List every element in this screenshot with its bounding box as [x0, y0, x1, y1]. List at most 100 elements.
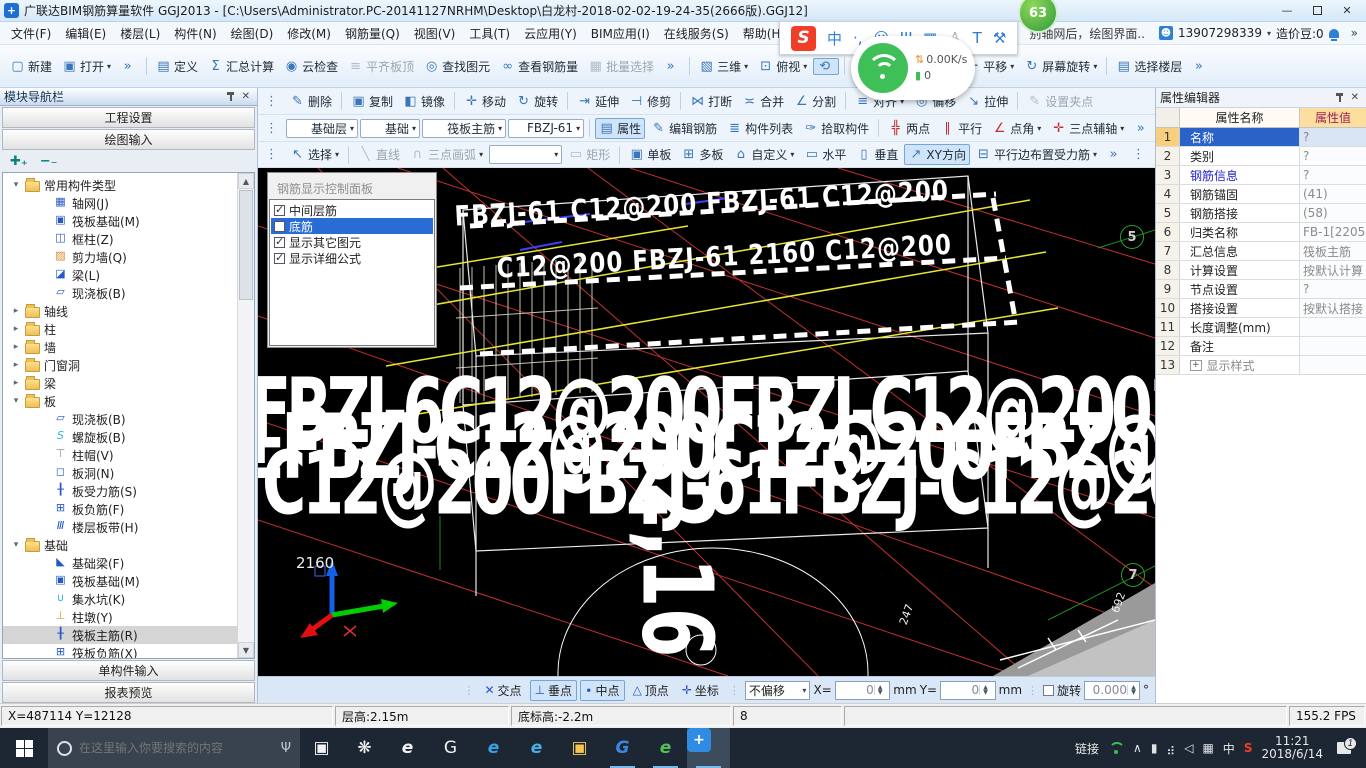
expand-all-icon[interactable]: ✚₊ [10, 154, 28, 169]
menu-item[interactable]: 构件(N) [167, 23, 223, 44]
prop-row-name[interactable]: 1 名称 ? [1156, 128, 1366, 147]
prop-row-rebar-info[interactable]: 3 钢筋信息 ? [1156, 166, 1366, 185]
property-value-cell[interactable]: 按默认计算 [1300, 261, 1366, 279]
check-show-other-elements[interactable]: 显示其它图元 [271, 234, 433, 250]
file-explorer-icon[interactable]: ▣ [558, 728, 601, 768]
menu-item[interactable]: 在线服务(S) [657, 23, 736, 44]
check-bottom-rebar[interactable]: 底筋 [271, 218, 433, 234]
check-middle-layer-rebar[interactable]: 中间层筋 [271, 202, 433, 218]
tree-raft-foundation[interactable]: ▣ 筏板基础(M) [3, 212, 254, 230]
menu-item[interactable]: 楼层(L) [113, 23, 167, 44]
stretch-button[interactable]: ↘ 拉伸 ▾ [962, 91, 1012, 112]
report-preview-button[interactable]: 报表预览 [2, 682, 255, 703]
tree-floor-slab-band[interactable]: Ⅲ 楼层板带(H) [3, 518, 254, 536]
wifi-icon[interactable] [1108, 742, 1126, 754]
property-value-cell[interactable] [1300, 337, 1366, 355]
menu-item[interactable]: 云应用(Y) [517, 23, 584, 44]
tree-sump-pit[interactable]: ∪ 集水坑(K) [3, 590, 254, 608]
parallel-edge-rebar-button[interactable]: ⊟ 平行边布置受力筋 ▾ [972, 144, 1101, 165]
tree-expander-icon[interactable]: ▾ [11, 540, 21, 550]
sogou-wrench-icon[interactable]: ⚒ [993, 29, 1006, 47]
xy-direction-button[interactable]: ↗ XY方向 ▾ [904, 144, 970, 165]
bell-icon[interactable] [1328, 28, 1339, 41]
check-show-detail-formula[interactable]: 显示详细公式 [271, 250, 433, 266]
x-offset-input[interactable]: ▲▼ [834, 680, 891, 700]
parallel-axis-button[interactable]: ∥ 平行 ▾ [936, 118, 986, 139]
task-view-icon[interactable]: ▣ [300, 728, 343, 768]
tree-slab-negative-rebar[interactable]: ⊞ 板负筋(F) [3, 500, 254, 518]
select-floor-button[interactable]: ▤ 选择楼层 ▾ [1112, 56, 1186, 77]
speaker-icon[interactable]: ◁ [1184, 741, 1193, 755]
rotate-button[interactable]: ↻ 旋转 ▾ [512, 91, 562, 112]
three-point-arc-button[interactable]: ∩ 三点画弧 ▾ [406, 144, 487, 165]
tree-common-types[interactable]: ▾ 常用构件类型 [3, 176, 254, 194]
rotate-spinner-icons[interactable]: ▲ ▼ [1127, 685, 1139, 696]
y-offset-field[interactable] [941, 683, 980, 697]
x-offset-field[interactable] [835, 683, 874, 697]
category-combo[interactable]: 基础 ▾ [360, 118, 421, 138]
property-value-cell[interactable]: ? [1300, 166, 1366, 184]
cloud-check-button[interactable]: ◉ 云检查 ▾ [280, 56, 342, 77]
pin-icon[interactable] [226, 92, 236, 101]
tree-expander-icon[interactable]: ▸ [11, 324, 21, 334]
rotate-field[interactable] [1085, 683, 1127, 697]
orbit-button[interactable]: ⟲ ▾ [813, 57, 840, 75]
delete-button[interactable]: ✎ 删除 ▾ [286, 91, 336, 112]
sogou-logo-icon[interactable]: S [791, 25, 816, 51]
prop-row-remark[interactable]: 12 备注 [1156, 337, 1366, 356]
rotate-checkbox[interactable] [1043, 684, 1054, 696]
account-area[interactable]: ☻ 13907298339 ▾ 造价豆:0 [1158, 25, 1339, 42]
prop-row-length-adjust[interactable]: 11 长度调整(mm) [1156, 318, 1366, 337]
custom-button[interactable]: ⌂ 自定义 ▾ [729, 144, 798, 165]
taskbar-search[interactable]: Ψ [48, 728, 300, 768]
tree-raft-main-rebar[interactable]: ╂ 筏板主筋(R) [3, 626, 254, 644]
property-value-cell[interactable]: ? [1300, 128, 1366, 146]
define-button[interactable]: ▤ 定义 ▾ [152, 56, 202, 77]
snap-midpoint-button[interactable]: ∙ 中点 [580, 679, 625, 701]
wifi-speed-overlay[interactable]: ⇅ 0.00K/s ▮ 0 [851, 36, 975, 100]
minimize-button[interactable]: — [1272, 1, 1302, 21]
property-close-icon[interactable]: ✕ [1348, 92, 1362, 103]
find-element-button[interactable]: ◎ 查找图元 ▾ [420, 56, 494, 77]
y-offset-input[interactable]: ▲▼ [940, 680, 996, 700]
trim-button[interactable]: ⊣ 修剪 ▾ [625, 91, 675, 112]
vertical-button[interactable]: ▯ 垂直 ▾ [852, 144, 902, 165]
search-input[interactable] [79, 741, 274, 755]
tree-shear-wall[interactable]: ▨ 剪力墙(Q) [3, 248, 254, 266]
floor-combo[interactable]: 基础层 ▾ [286, 118, 359, 138]
single-slab-button[interactable]: ▣ 单板 ▾ [625, 144, 675, 165]
tree-axis-grid[interactable]: ▦ 轴网(J) [3, 194, 254, 212]
arc-value-combo[interactable]: ▾ [489, 145, 563, 164]
snap-coordinate-button[interactable]: ✛ 坐标 [677, 680, 724, 701]
three-point-aux-axis-button[interactable]: ✛ 三点辅轴 ▾ [1047, 118, 1128, 139]
prop-row-class-name[interactable]: 6 归类名称 FB-1[22057 [1156, 223, 1366, 242]
draw-input-button[interactable]: 绘图输入 [2, 129, 255, 150]
prop-row-lap-setting[interactable]: 10 搭接设置 按默认搭接 [1156, 299, 1366, 318]
prop-row-category[interactable]: 2 类别 ? [1156, 147, 1366, 166]
tree-beam[interactable]: ◪ 梁(L) [3, 266, 254, 284]
view-3d-button[interactable]: ▧ 三维 ▾ [695, 56, 752, 77]
sogou-skin-icon[interactable]: T [973, 29, 982, 47]
tree-folder-opening[interactable]: ▸ 门窗洞 [3, 356, 254, 374]
spiral-browser-icon[interactable]: G [429, 728, 472, 768]
toolbar-overflow-1[interactable]: » ▾ [117, 59, 141, 74]
rotate-input[interactable]: ▲▼ [1084, 680, 1140, 700]
tree-slab-main-rebar[interactable]: ╂ 板受力筋(S) [3, 482, 254, 500]
summary-calc-button[interactable]: Σ 汇总计算 ▾ [204, 56, 278, 77]
tree-folder-axis[interactable]: ▸ 轴线 [3, 302, 254, 320]
toolbar-overflow-5[interactable]: » ▾ [1103, 147, 1127, 162]
collapse-all-icon[interactable]: −₋ [40, 154, 58, 169]
menu-item[interactable]: 修改(M) [280, 23, 338, 44]
property-value-cell[interactable]: 筏板主筋 [1300, 242, 1366, 260]
y-spinner-icons[interactable]: ▲ ▼ [979, 685, 991, 696]
taskbar-clock[interactable]: 11:21 2018/6/14 [1261, 735, 1323, 761]
checkbox-icon[interactable] [274, 235, 285, 248]
tree-expander-icon[interactable]: ▸ [11, 306, 21, 316]
browser-360-icon[interactable]: e [644, 728, 687, 768]
point-angle-axis-button[interactable]: ∠ 点角 ▾ [988, 118, 1045, 139]
checkbox-icon[interactable] [274, 220, 285, 232]
property-pin-icon[interactable] [1335, 93, 1345, 102]
checkbox-icon[interactable] [274, 251, 285, 264]
property-value-cell[interactable]: (41) [1300, 185, 1366, 203]
open-button[interactable]: ▣ 打开 ▾ [58, 56, 115, 77]
